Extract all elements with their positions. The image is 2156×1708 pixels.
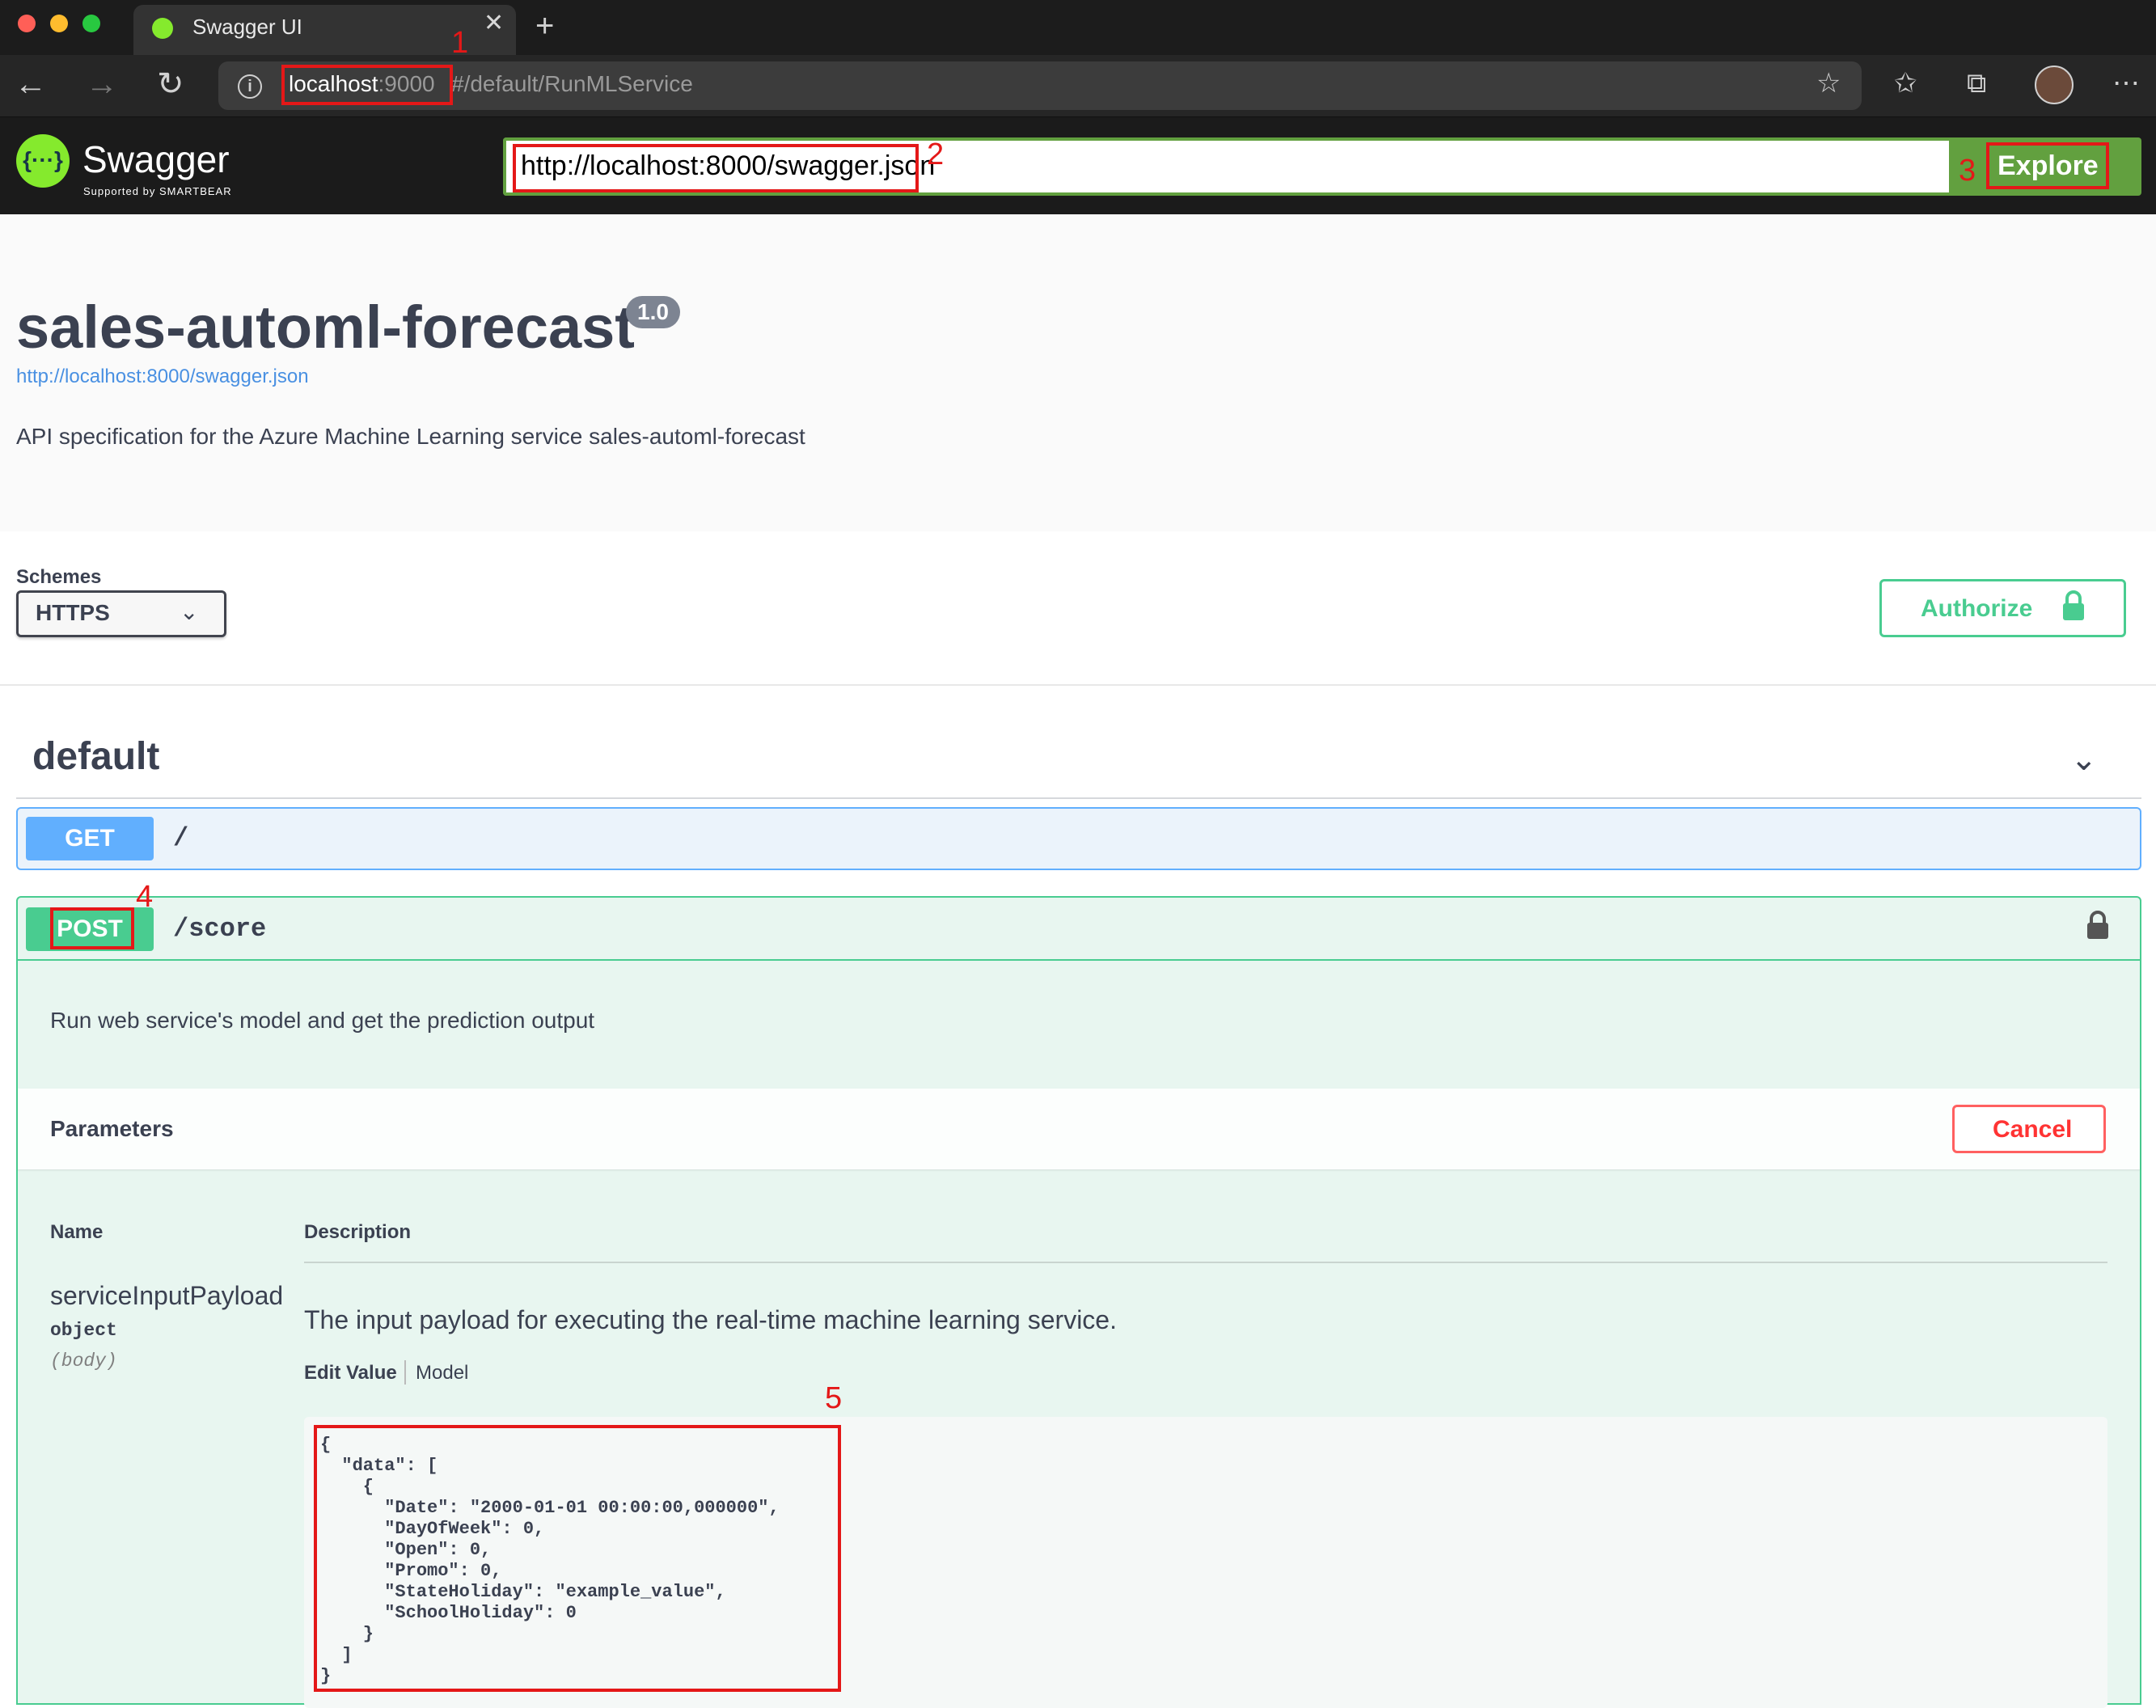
info-section — [0, 214, 2156, 531]
url-path: #/default/RunMLService — [451, 71, 693, 96]
schemes-label: Schemes — [16, 566, 102, 588]
schemes-selected-value: HTTPS — [36, 600, 110, 625]
lock-icon[interactable] — [2086, 911, 2109, 940]
parameter-location: (body) — [50, 1351, 117, 1372]
swagger-brand-sub: Supported by SMARTBEAR — [83, 185, 232, 197]
lock-icon — [2063, 590, 2084, 620]
reload-icon[interactable]: ↻ — [157, 68, 184, 100]
more-icon[interactable]: ⋯ — [2112, 70, 2140, 97]
annotation-number-1: 1 — [451, 26, 469, 60]
annotation-box-3 — [1986, 142, 2109, 189]
api-description: API specification for the Azure Machine … — [16, 424, 805, 449]
favorite-add-icon[interactable]: ☆ — [1816, 70, 1841, 97]
annotation-number-3: 3 — [1959, 154, 1976, 188]
annotation-box-5 — [314, 1425, 841, 1692]
version-badge: 1.0 — [626, 296, 680, 328]
parameter-type: object — [50, 1320, 117, 1341]
annotation-box-1 — [281, 65, 453, 105]
operation-path[interactable]: /score — [173, 914, 266, 944]
divider — [0, 684, 2156, 686]
plus-icon[interactable]: + — [535, 10, 554, 42]
column-header-description: Description — [304, 1221, 412, 1243]
annotation-number-5: 5 — [825, 1381, 843, 1415]
tab-model[interactable]: Model — [416, 1362, 468, 1385]
annotation-box-2 — [513, 144, 919, 192]
swagger-logo-icon: {···} — [16, 134, 70, 188]
method-badge-get: GET — [26, 817, 154, 860]
divider — [18, 959, 2140, 961]
divider — [304, 1262, 2107, 1263]
window-minimize-button[interactable] — [50, 15, 68, 32]
annotation-box-4 — [50, 907, 134, 949]
parameter-description: The input payload for executing the real… — [304, 1305, 1117, 1334]
chevron-down-icon[interactable]: ⌄ — [2070, 741, 2098, 778]
chevron-down-icon: ⌄ — [180, 599, 199, 624]
cancel-button-label: Cancel — [1993, 1116, 2073, 1143]
operation-summary: Run web service's model and get the pred… — [50, 1008, 595, 1033]
favorites-icon[interactable]: ✩ — [1894, 70, 1917, 97]
operation-get-root[interactable] — [16, 807, 2141, 870]
swagger-brand: Swagger — [82, 138, 230, 180]
parameter-name: serviceInputPayload — [50, 1281, 284, 1310]
info-icon[interactable]: i — [238, 74, 262, 99]
annotation-number-2: 2 — [927, 137, 945, 171]
operation-path: / — [173, 823, 189, 853]
window-maximize-button[interactable] — [82, 15, 100, 32]
profile-avatar[interactable] — [2035, 66, 2074, 104]
divider — [16, 797, 2141, 799]
close-icon[interactable]: ✕ — [484, 11, 504, 36]
forward-arrow-icon[interactable]: → — [86, 68, 118, 100]
tab-edit-value[interactable]: Edit Value — [304, 1362, 397, 1385]
window-close-button[interactable] — [18, 15, 36, 32]
parameters-header — [18, 1089, 2140, 1169]
page-title: sales-automl-forecast — [16, 294, 635, 361]
collections-icon[interactable]: ⧉ — [1967, 70, 1986, 97]
annotation-number-4: 4 — [136, 880, 154, 914]
favicon-icon — [152, 18, 173, 39]
back-arrow-icon[interactable]: ← — [15, 68, 47, 100]
tab-title: Swagger UI — [192, 15, 302, 39]
parameters-title: Parameters — [50, 1116, 174, 1141]
spec-link[interactable]: http://localhost:8000/swagger.json — [16, 366, 309, 388]
divider — [404, 1360, 406, 1385]
authorize-button-label: Authorize — [1921, 595, 2033, 622]
tag-default-title[interactable]: default — [32, 734, 159, 779]
column-header-name: Name — [50, 1221, 104, 1243]
